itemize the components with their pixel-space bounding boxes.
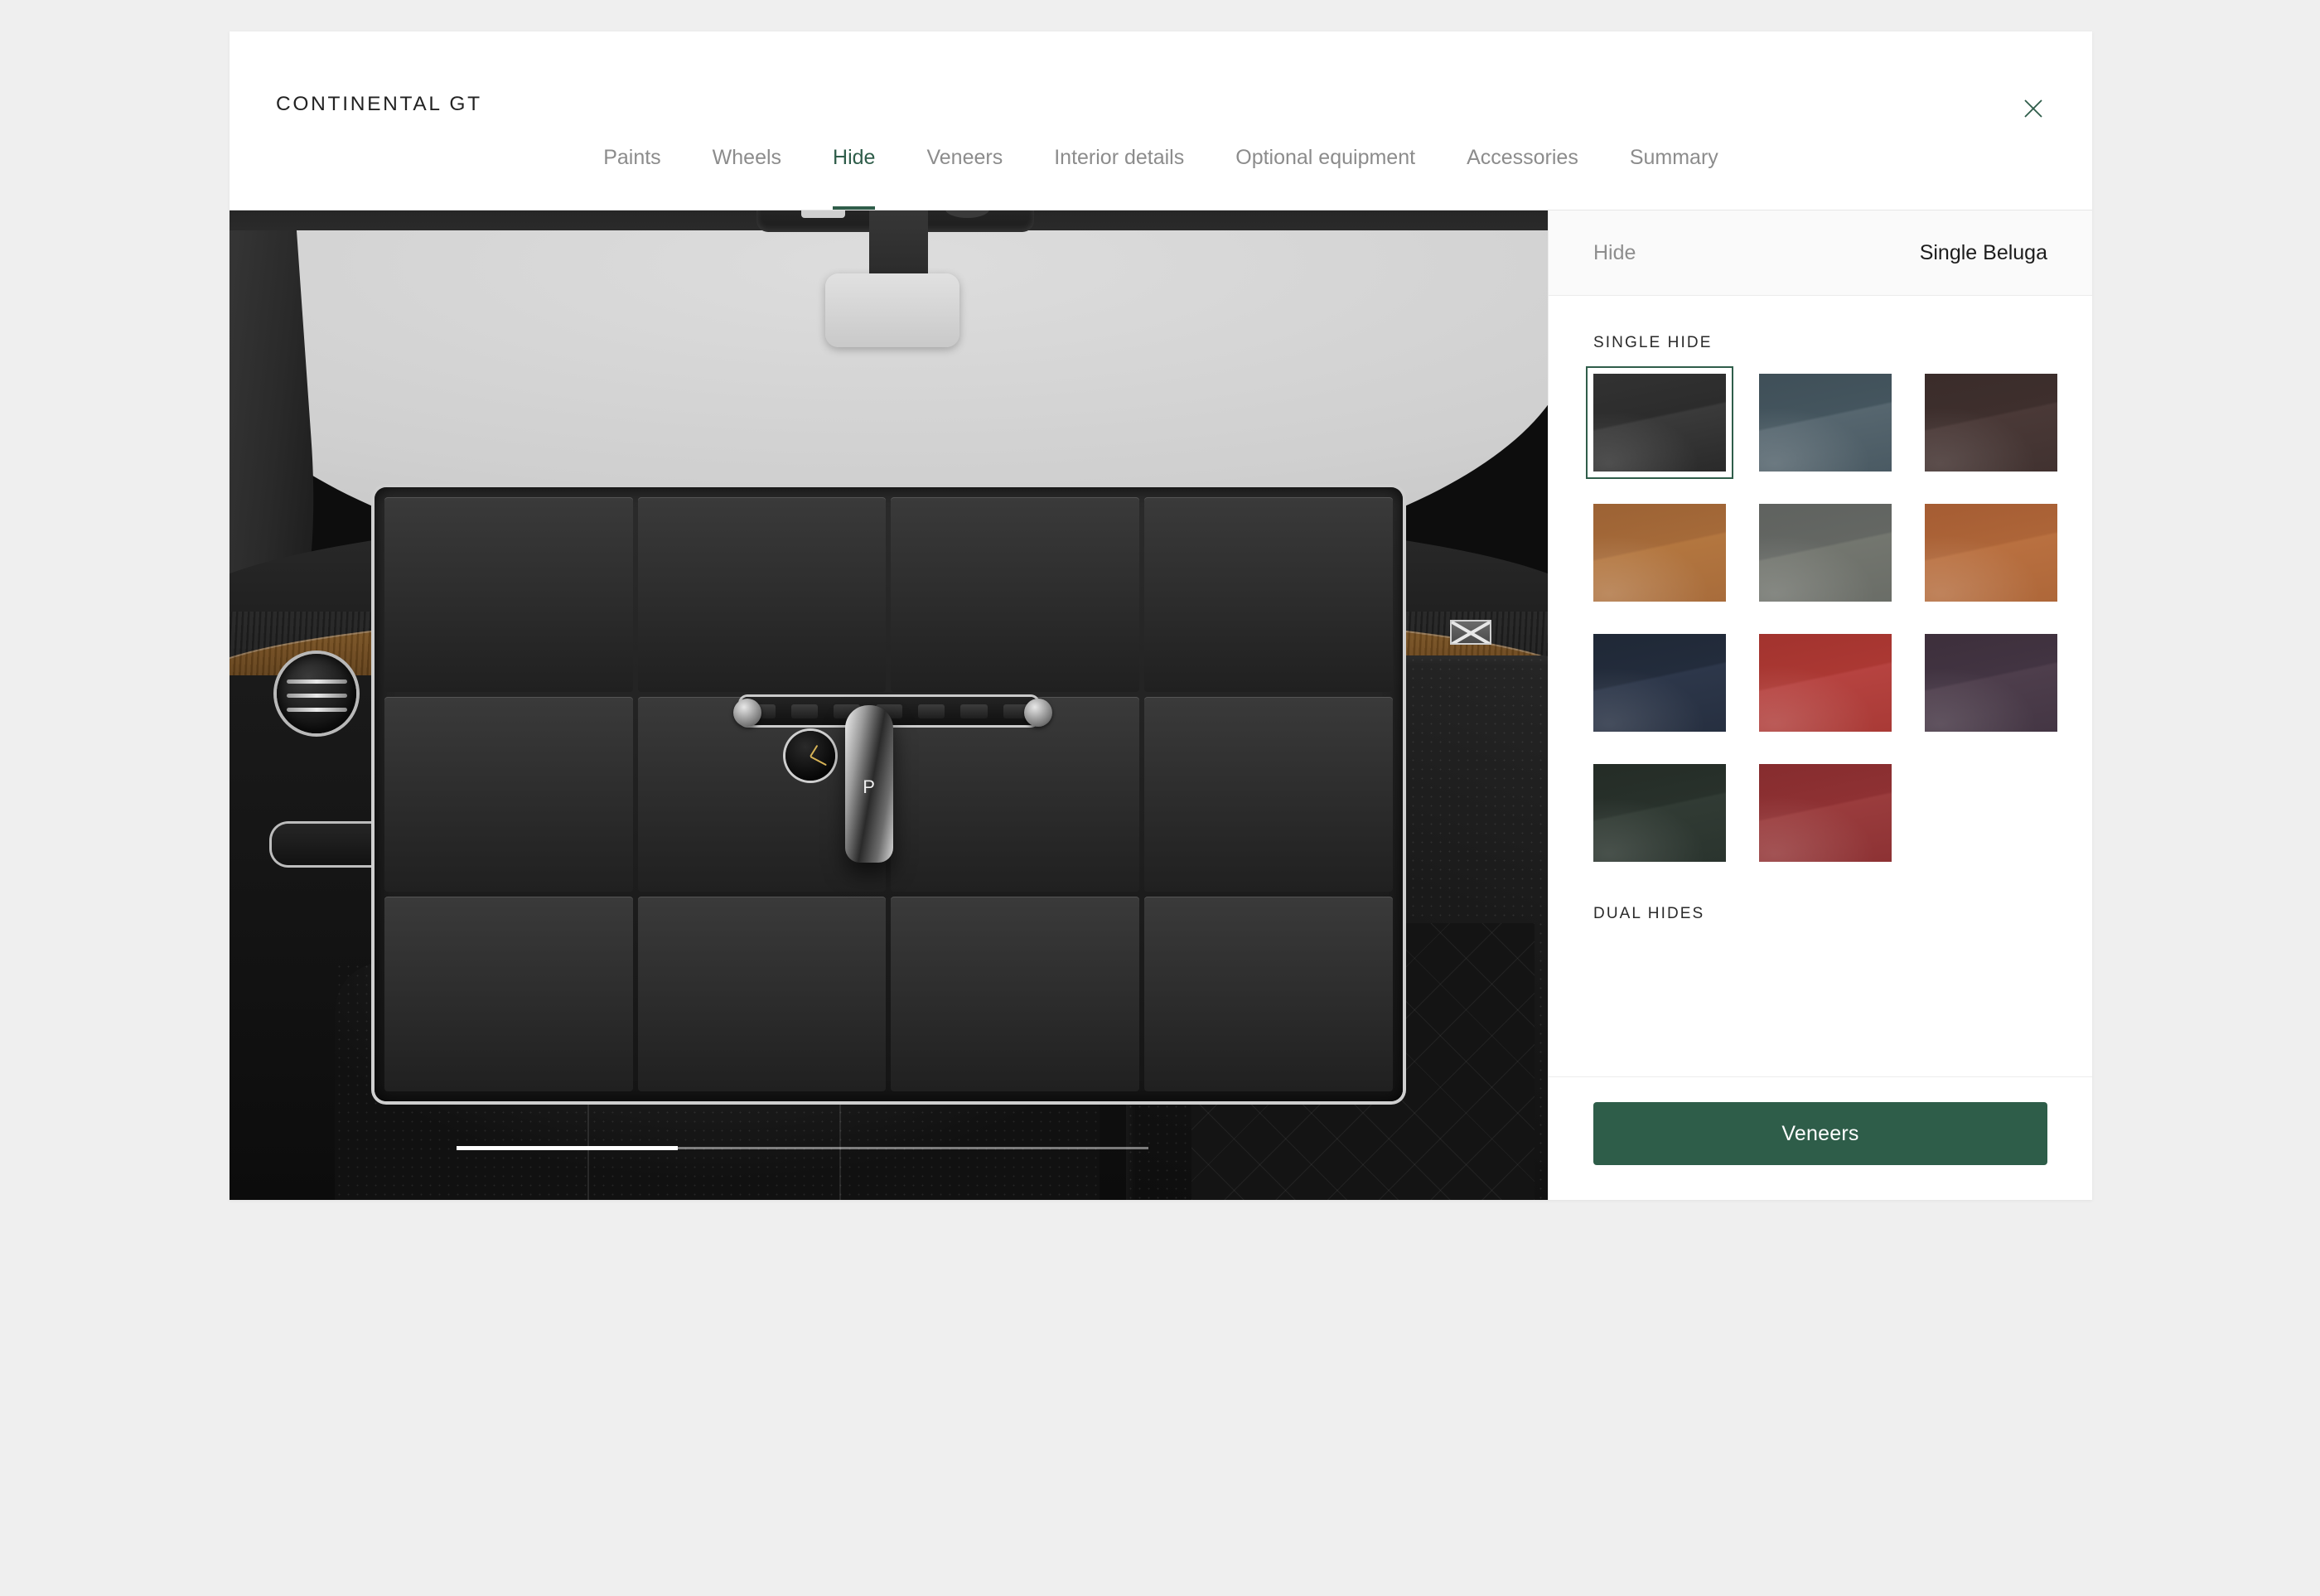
single-hide-swatch-grid xyxy=(1586,366,2057,862)
tab-interior-details[interactable]: Interior details xyxy=(1028,145,1210,210)
swatch-imperial-navy[interactable] xyxy=(1593,634,1726,732)
close-icon xyxy=(2022,97,2045,120)
swatch-tile xyxy=(1925,504,2057,602)
console-knob-right xyxy=(1024,698,1053,727)
swatch-tile xyxy=(1759,374,1892,472)
swatch-tile xyxy=(1593,504,1726,602)
close-button[interactable] xyxy=(2014,89,2052,128)
swatch-burnt-oak[interactable] xyxy=(1925,374,2057,472)
tab-veneers[interactable]: Veneers xyxy=(901,145,1028,210)
tab-hide[interactable]: Hide xyxy=(807,145,901,210)
tab-bar: Paints Wheels Hide Veneers Interior deta… xyxy=(230,145,2092,210)
swatch-tile xyxy=(1593,374,1726,472)
swatch-imperial-blue[interactable] xyxy=(1759,374,1892,472)
swatch-tile xyxy=(1593,764,1726,862)
swatch-porpoise[interactable] xyxy=(1759,504,1892,602)
analog-clock xyxy=(785,731,836,781)
configurator-modal: CONTINENTAL GT Paints Wheels Hide Veneer… xyxy=(230,31,2092,1200)
section-label-dual-hides: DUAL HIDES xyxy=(1593,905,1705,922)
configuration-panel: Hide Single Beluga SINGLE HIDE DUAL HIDE… xyxy=(1548,210,2092,1200)
modal-body: B BENTLEY xyxy=(230,210,2092,1200)
mirror-arm xyxy=(868,210,929,280)
union-jack-badge xyxy=(1452,621,1490,643)
swatch-hotspur[interactable] xyxy=(1759,634,1892,732)
tab-wheels[interactable]: Wheels xyxy=(687,145,807,210)
swatch-damson[interactable] xyxy=(1925,634,2057,732)
section-label-single-hide: SINGLE HIDE xyxy=(1593,334,1713,351)
rearview-mirror xyxy=(825,273,960,347)
swatch-tile xyxy=(1593,634,1726,732)
interior-render: B BENTLEY xyxy=(230,210,1548,1200)
swatch-cumbrian-green[interactable] xyxy=(1593,764,1726,862)
modal-header: CONTINENTAL GT Paints Wheels Hide Veneer… xyxy=(230,31,2092,210)
swatch-tile xyxy=(1925,374,2057,472)
swatch-cricket-ball[interactable] xyxy=(1759,764,1892,862)
next-step-veneers-button[interactable]: Veneers xyxy=(1593,1102,2047,1165)
console-knob-left xyxy=(732,698,761,727)
vehicle-viewer[interactable]: B BENTLEY xyxy=(230,210,1548,1200)
view-progress-indicator[interactable] xyxy=(456,1146,1148,1151)
tab-accessories[interactable]: Accessories xyxy=(1441,145,1604,210)
swatch-tile xyxy=(1759,504,1892,602)
tab-summary[interactable]: Summary xyxy=(1604,145,1744,210)
tab-paints[interactable]: Paints xyxy=(578,145,686,210)
air-vent-left xyxy=(277,653,357,733)
gear-selector xyxy=(844,705,893,863)
panel-category-label: Hide xyxy=(1593,240,1636,264)
panel-content: SINGLE HIDE DUAL HIDES xyxy=(1549,296,2092,1076)
swatch-tile xyxy=(1759,634,1892,732)
page-title: CONTINENTAL GT xyxy=(276,93,482,115)
swatch-cognac[interactable] xyxy=(1925,504,2057,602)
tab-optional-equipment[interactable]: Optional equipment xyxy=(1210,145,1441,210)
swatch-tile xyxy=(1759,764,1892,862)
swatch-saddle[interactable] xyxy=(1593,504,1726,602)
panel-footer: Veneers xyxy=(1549,1076,2092,1200)
swatch-beluga[interactable] xyxy=(1586,366,1733,479)
swatch-tile xyxy=(1925,634,2057,732)
panel-header: Hide Single Beluga xyxy=(1549,210,2092,296)
panel-current-selection: Single Beluga xyxy=(1919,240,2047,264)
